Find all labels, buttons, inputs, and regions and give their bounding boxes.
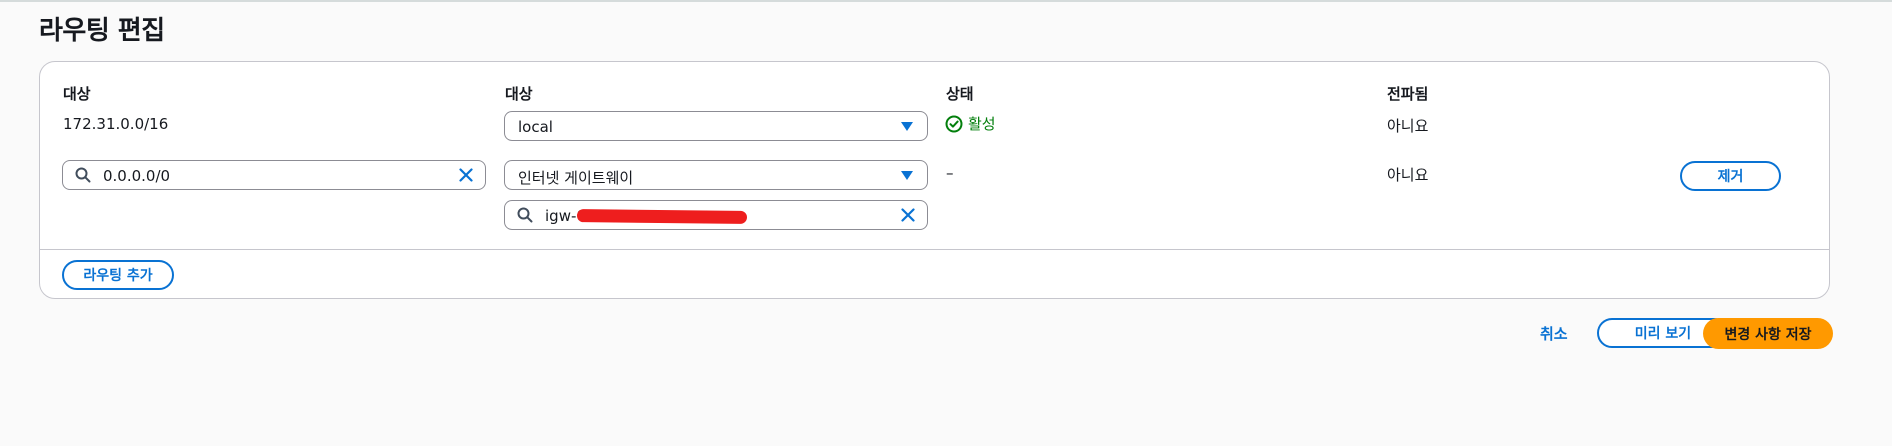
clear-icon[interactable] (901, 208, 915, 222)
route-2-target-value: 인터넷 게이트웨이 (518, 169, 634, 187)
routes-panel: 대상 대상 상태 전파됨 172.31.0.0/16 local 활성 아니요 … (39, 61, 1830, 299)
route-1-status-label: 활성 (968, 115, 996, 133)
route-2-destination-value: 0.0.0.0/0 (103, 167, 171, 185)
route-2-target-search-input[interactable]: igw-0 (504, 200, 928, 230)
remove-route-button[interactable]: 제거 (1680, 161, 1781, 191)
route-2-propagated: 아니요 (1387, 166, 1429, 184)
route-1-propagated: 아니요 (1387, 117, 1429, 135)
route-2-status: – (946, 164, 954, 182)
route-1-target-value: local (518, 118, 553, 136)
column-header-destination: 대상 (63, 85, 91, 103)
search-icon (75, 167, 91, 183)
route-1-destination: 172.31.0.0/16 (63, 115, 169, 133)
add-route-button[interactable]: 라우팅 추가 (62, 260, 174, 290)
route-1-target-select[interactable]: local (504, 111, 928, 141)
caret-down-icon (901, 171, 913, 180)
route-2-destination-input[interactable]: 0.0.0.0/0 (62, 160, 486, 190)
cancel-button[interactable]: 취소 (1540, 323, 1568, 344)
route-2-target-select[interactable]: 인터넷 게이트웨이 (504, 160, 928, 190)
page-title: 라우팅 편집 (39, 16, 165, 46)
status-success-icon (945, 115, 963, 132)
column-header-status: 상태 (946, 85, 974, 103)
top-border (0, 0, 1892, 2)
column-header-propagated: 전파됨 (1387, 85, 1429, 103)
clear-icon[interactable] (459, 168, 473, 182)
caret-down-icon (901, 122, 913, 131)
search-icon (517, 207, 533, 223)
column-header-target: 대상 (505, 85, 533, 103)
redaction-mark (576, 209, 748, 224)
panel-divider (40, 249, 1829, 250)
save-changes-button[interactable]: 변경 사항 저장 (1703, 318, 1833, 349)
route-1-status: 활성 (945, 113, 996, 134)
